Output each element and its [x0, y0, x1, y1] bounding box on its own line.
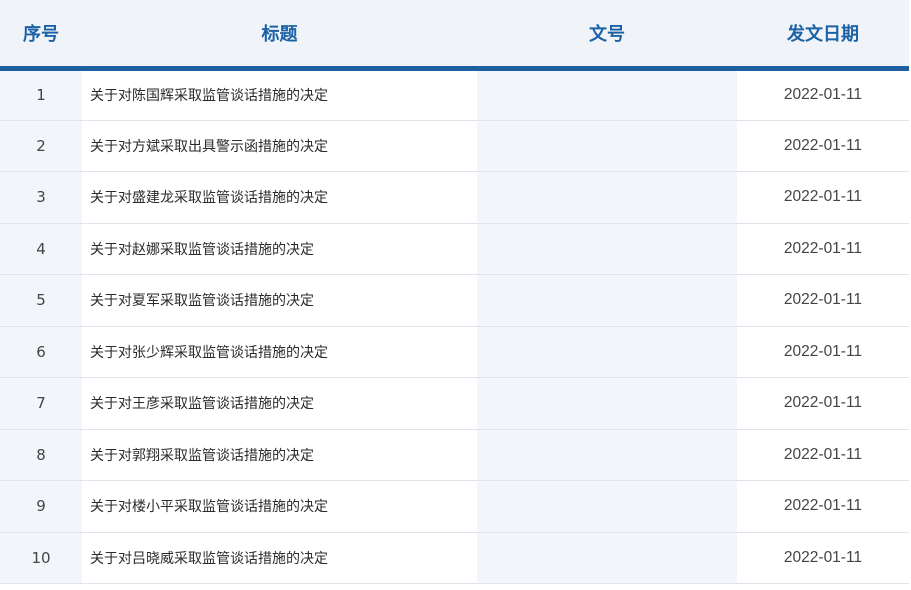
table-row: 9 关于对楼小平采取监管谈话措施的决定 2022-01-11: [0, 480, 909, 533]
row-index: 2: [0, 120, 82, 172]
table-header: 序号 标题 文号 发文日期: [0, 0, 909, 71]
header-doc-number: 文号: [477, 0, 737, 71]
row-date: 2022-01-11: [737, 326, 909, 378]
header-title: 标题: [82, 0, 477, 71]
row-title-link[interactable]: 关于对王彦采取监管谈话措施的决定: [82, 377, 477, 430]
header-date: 发文日期: [737, 0, 909, 71]
table-row: 8 关于对郭翔采取监管谈话措施的决定 2022-01-11: [0, 429, 909, 481]
table-row: 1 关于对陈国辉采取监管谈话措施的决定 2022-01-11: [0, 68, 909, 121]
row-title-link[interactable]: 关于对方斌采取出具警示函措施的决定: [82, 120, 477, 172]
row-date: 2022-01-11: [737, 68, 909, 121]
row-doc-number: [477, 480, 737, 533]
table-row: 3 关于对盛建龙采取监管谈话措施的决定 2022-01-11: [0, 171, 909, 224]
row-doc-number: [477, 223, 737, 275]
row-title-link[interactable]: 关于对盛建龙采取监管谈话措施的决定: [82, 171, 477, 224]
row-doc-number: [477, 274, 737, 327]
row-title-link[interactable]: 关于对吕晓威采取监管谈话措施的决定: [82, 532, 477, 584]
row-index: 3: [0, 171, 82, 224]
header-index: 序号: [0, 0, 82, 71]
document-list-table-wrapper: 序号 标题 文号 发文日期 1 关于对陈国辉采取监管谈话措施的决定 2022-0…: [0, 0, 911, 584]
row-date: 2022-01-11: [737, 171, 909, 224]
table-row: 10 关于对吕晓威采取监管谈话措施的决定 2022-01-11: [0, 532, 909, 584]
table-row: 6 关于对张少辉采取监管谈话措施的决定 2022-01-11: [0, 326, 909, 378]
table-row: 4 关于对赵娜采取监管谈话措施的决定 2022-01-11: [0, 223, 909, 275]
row-doc-number: [477, 532, 737, 584]
row-title-link[interactable]: 关于对郭翔采取监管谈话措施的决定: [82, 429, 477, 481]
table-row: 7 关于对王彦采取监管谈话措施的决定 2022-01-11: [0, 377, 909, 430]
row-index: 5: [0, 274, 82, 327]
header-row: 序号 标题 文号 发文日期: [0, 0, 909, 71]
row-title-link[interactable]: 关于对赵娜采取监管谈话措施的决定: [82, 223, 477, 275]
table-row: 5 关于对夏军采取监管谈话措施的决定 2022-01-11: [0, 274, 909, 327]
row-title-link[interactable]: 关于对楼小平采取监管谈话措施的决定: [82, 480, 477, 533]
row-title-link[interactable]: 关于对夏军采取监管谈话措施的决定: [82, 274, 477, 327]
row-date: 2022-01-11: [737, 480, 909, 533]
row-doc-number: [477, 68, 737, 121]
row-index: 9: [0, 480, 82, 533]
row-index: 6: [0, 326, 82, 378]
document-list-table: 序号 标题 文号 发文日期 1 关于对陈国辉采取监管谈话措施的决定 2022-0…: [0, 0, 909, 584]
row-index: 7: [0, 377, 82, 430]
row-index: 10: [0, 532, 82, 584]
row-date: 2022-01-11: [737, 429, 909, 481]
row-index: 4: [0, 223, 82, 275]
row-index: 8: [0, 429, 82, 481]
row-title-link[interactable]: 关于对陈国辉采取监管谈话措施的决定: [82, 68, 477, 121]
row-doc-number: [477, 120, 737, 172]
row-doc-number: [477, 326, 737, 378]
table-row: 2 关于对方斌采取出具警示函措施的决定 2022-01-11: [0, 120, 909, 172]
row-date: 2022-01-11: [737, 532, 909, 584]
row-date: 2022-01-11: [737, 223, 909, 275]
row-date: 2022-01-11: [737, 377, 909, 430]
row-doc-number: [477, 429, 737, 481]
table-body: 1 关于对陈国辉采取监管谈话措施的决定 2022-01-11 2 关于对方斌采取…: [0, 68, 909, 584]
row-doc-number: [477, 377, 737, 430]
row-title-link[interactable]: 关于对张少辉采取监管谈话措施的决定: [82, 326, 477, 378]
row-doc-number: [477, 171, 737, 224]
row-date: 2022-01-11: [737, 274, 909, 327]
row-date: 2022-01-11: [737, 120, 909, 172]
row-index: 1: [0, 68, 82, 121]
